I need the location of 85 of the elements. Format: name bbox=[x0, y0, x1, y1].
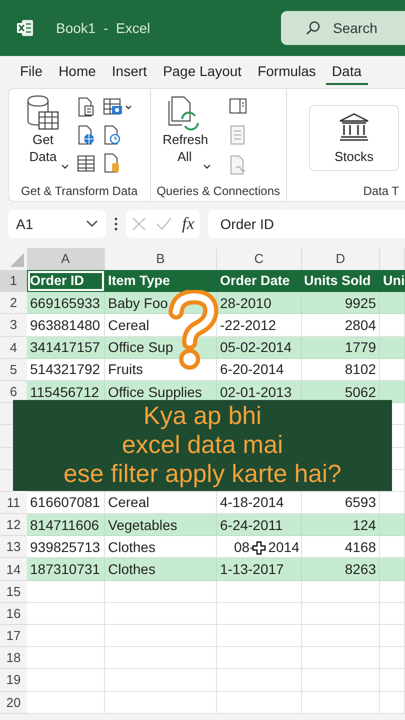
file-database-icon[interactable] bbox=[103, 153, 121, 173]
table-cell bbox=[380, 336, 405, 359]
list-icon bbox=[228, 125, 247, 145]
row-header[interactable]: 13 bbox=[0, 536, 27, 558]
row-header[interactable]: 12 bbox=[0, 514, 27, 536]
spreadsheet-icon bbox=[16, 19, 34, 37]
table-cell: 8263 bbox=[302, 558, 380, 581]
table-cell: Vegetables bbox=[105, 514, 217, 536]
caption-text: excel data mai bbox=[122, 431, 284, 460]
formula-input[interactable]: Order ID bbox=[208, 210, 405, 238]
row-header[interactable]: 4 bbox=[0, 336, 27, 359]
cursor-icon bbox=[252, 541, 266, 555]
file-text-icon[interactable] bbox=[77, 97, 95, 117]
menu-tab[interactable]: Home bbox=[52, 59, 102, 85]
table-cell: 05-02-2014 bbox=[217, 336, 302, 359]
panel-icon[interactable] bbox=[228, 97, 247, 115]
table-icon[interactable] bbox=[77, 153, 95, 173]
file-link-icon bbox=[228, 155, 247, 175]
menu-tab[interactable]: Data bbox=[326, 59, 368, 85]
header-cell: Uni bbox=[380, 270, 405, 292]
search-field[interactable]: Search bbox=[281, 11, 405, 45]
table-cell: 187310731 bbox=[27, 558, 105, 581]
group-label: Get & Transform Data bbox=[20, 184, 139, 198]
header-cell: Order Date bbox=[217, 270, 302, 292]
menu-tab[interactable]: Formulas bbox=[252, 59, 322, 85]
chevron-down-icon bbox=[61, 164, 69, 170]
insert-function-button[interactable]: fx bbox=[182, 214, 194, 234]
table-cell bbox=[380, 580, 405, 603]
table-cell: 9925 bbox=[302, 292, 380, 314]
header-cell: Units Sold bbox=[302, 270, 380, 292]
stocks-button[interactable]: Stocks bbox=[309, 105, 399, 171]
table-cell: 814711606 bbox=[27, 514, 105, 536]
header-cell: Item Type bbox=[105, 270, 217, 292]
check-icon[interactable] bbox=[156, 217, 172, 231]
database-table-icon bbox=[26, 95, 60, 131]
more-icon[interactable] bbox=[114, 217, 118, 231]
row-header[interactable]: 18 bbox=[0, 647, 27, 670]
table-cell: 669165933 bbox=[27, 292, 105, 314]
row-header[interactable]: 16 bbox=[0, 602, 27, 625]
table-cell bbox=[380, 292, 405, 314]
bank-icon bbox=[338, 112, 370, 140]
row-header[interactable]: 3 bbox=[0, 314, 27, 337]
table-cell bbox=[380, 625, 405, 648]
caption-text: Kya ap bhi bbox=[143, 402, 262, 431]
table-cell bbox=[380, 514, 405, 536]
row-header[interactable]: 14 bbox=[0, 558, 27, 581]
file-globe-icon[interactable] bbox=[77, 125, 95, 145]
row-header[interactable]: 15 bbox=[0, 580, 27, 603]
column-header[interactable]: A bbox=[27, 248, 105, 272]
window-title: Book1 - Excel bbox=[56, 20, 150, 36]
row-header[interactable]: 1 bbox=[0, 270, 27, 292]
table-cell bbox=[380, 692, 405, 714]
table-cell bbox=[380, 602, 405, 625]
table-cell: 341417157 bbox=[27, 336, 105, 359]
group-label: Data T bbox=[362, 184, 399, 198]
menu-tab[interactable]: File bbox=[14, 59, 49, 85]
table-cell: 28-2010 bbox=[217, 292, 302, 314]
row-header[interactable]: 11 bbox=[0, 492, 27, 514]
search-icon bbox=[305, 20, 321, 36]
get-data-button[interactable]: Get Data bbox=[15, 93, 71, 184]
name-box[interactable]: A1 bbox=[8, 210, 106, 238]
table-picture-icon[interactable] bbox=[103, 97, 133, 117]
row-header[interactable]: 20 bbox=[0, 692, 27, 714]
table-cell bbox=[380, 558, 405, 581]
table-cell: 1-13-2017 bbox=[217, 558, 302, 581]
group-label: Queries & Connections bbox=[156, 184, 280, 198]
menu-tab[interactable]: Page Layout bbox=[156, 59, 248, 85]
table-cell: Clothes bbox=[105, 558, 217, 581]
table-cell: 124 bbox=[302, 514, 380, 536]
table-cell: 6-24-2011 bbox=[217, 514, 302, 536]
refresh-all-button[interactable]: Refresh All bbox=[156, 93, 213, 184]
row-header[interactable]: 19 bbox=[0, 669, 27, 692]
chevron-down-icon bbox=[86, 220, 98, 228]
row-header[interactable]: 5 bbox=[0, 358, 27, 381]
header-cell: Order ID bbox=[27, 270, 105, 292]
chevron-down-icon bbox=[202, 164, 211, 170]
row-header[interactable]: 2 bbox=[0, 292, 27, 314]
caption-text: ese filter apply karte hai? bbox=[64, 460, 342, 489]
row-header[interactable]: 17 bbox=[0, 625, 27, 648]
table-cell: 1779 bbox=[302, 336, 380, 359]
table-cell bbox=[380, 669, 405, 692]
table-cell bbox=[380, 647, 405, 670]
refresh-icon bbox=[168, 95, 202, 131]
menu-tab[interactable]: Insert bbox=[106, 59, 153, 85]
file-clock-icon[interactable] bbox=[103, 125, 121, 145]
